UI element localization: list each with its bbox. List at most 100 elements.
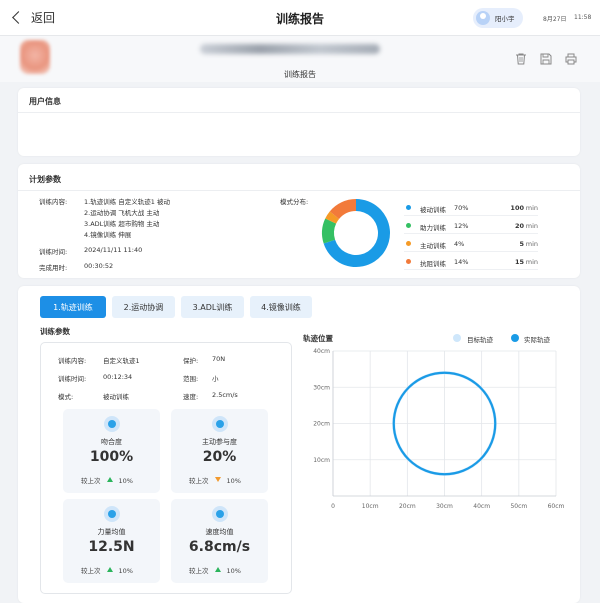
metric-compare: 较上次 10%: [189, 475, 241, 485]
compare-change: 10%: [118, 567, 133, 575]
trajectory-chart: 0 10cm 20cm 30cm 40cm 50cm 60cm 40cm 30cm 20cm 10c…: [313, 348, 565, 510]
training-time-label: 训练时间:: [39, 248, 68, 256]
param-value: 2.5cm/s: [212, 391, 238, 399]
legend-label: 被动训练: [420, 206, 446, 214]
metric-value: 100%: [89, 449, 134, 465]
legend-dot: [406, 259, 411, 264]
legend-label: 主动训练: [420, 242, 446, 250]
legend-row: 助力训练 12% 20 min: [404, 220, 538, 234]
legend-percent: 12%: [454, 222, 469, 230]
pie-icon: [212, 416, 228, 432]
x-tick-label: 20cm: [399, 503, 416, 510]
metric-name: 吻合度: [101, 438, 122, 446]
y-tick-label: 40cm: [313, 348, 330, 355]
report-header: 训练报告: [0, 36, 600, 82]
tab-3[interactable]: 3.ADL训练: [181, 296, 244, 318]
metric-card: 主动参与度 20% 较上次 10%: [171, 409, 268, 493]
legend-value: 100: [510, 204, 524, 212]
user-info-card: 用户信息 姓名:阳小宇性别:男年龄:30周岁患侧:右侧ID:2024100001…: [18, 88, 580, 235]
compare-change: 10%: [226, 477, 241, 485]
param-label: 保护:: [183, 357, 199, 365]
divider: [18, 112, 580, 113]
legend-value: 20: [514, 222, 524, 230]
legend-target-marker: [453, 334, 461, 342]
arrow-down-icon: [214, 477, 221, 482]
legend-dot: [406, 223, 411, 228]
metric-value: 20%: [202, 449, 237, 465]
report-title: 训练报告: [284, 70, 316, 79]
tab-2[interactable]: 2.运动协调: [112, 296, 175, 318]
content-label: 训练内容:: [39, 198, 68, 206]
top-bar: 返回 训练报告 阳小宇 8月27日 11:58: [0, 0, 600, 36]
divider: [18, 190, 580, 191]
target-icon: [104, 416, 120, 432]
avatar: [476, 11, 490, 25]
legend-unit: min: [525, 258, 538, 266]
param-value: 小: [212, 375, 219, 383]
legend-dot: [406, 241, 411, 246]
time-display: 11:58: [574, 14, 592, 21]
x-tick-label: 60cm: [548, 503, 565, 510]
legend-percent: 4%: [454, 240, 465, 248]
metric-card: 速度均值 6.8cm/s 较上次 10%: [171, 499, 268, 583]
delete-icon[interactable]: [514, 52, 528, 66]
metric-compare: 较上次 10%: [81, 565, 133, 575]
compare-change: 10%: [118, 477, 133, 485]
param-label: 速度:: [183, 393, 199, 401]
compare-label: 较上次: [189, 477, 209, 485]
tab-4[interactable]: 4.镜像训练: [250, 296, 312, 318]
param-value: 被动训练: [103, 393, 129, 401]
metric-value: 6.8cm/s: [188, 539, 251, 555]
arrow-up-icon: [106, 477, 113, 482]
training-params-title: 训练参数: [40, 327, 70, 336]
y-tick-label: 20cm: [313, 421, 330, 428]
legend-unit: min: [525, 204, 538, 212]
print-icon[interactable]: [564, 52, 578, 66]
duration-value: 00:30:52: [84, 262, 114, 270]
content-line-3: 3.ADL训练 超市购物 主动: [84, 220, 160, 228]
param-label: 范围:: [183, 375, 199, 383]
user-pill[interactable]: 阳小宇: [473, 8, 523, 28]
legend-value: 5: [519, 240, 524, 248]
arrow-up-icon: [214, 567, 221, 572]
mode-donut-chart: [322, 199, 390, 267]
mode-distribution-label: 模式分布:: [280, 198, 309, 206]
x-tick-label: 0: [331, 503, 335, 510]
training-time-value: 2024/11/11 11:40: [84, 246, 143, 254]
plan-params-title: 计划参数: [29, 175, 61, 184]
x-tick-label: 10cm: [362, 503, 379, 510]
param-label: 模式:: [58, 393, 74, 401]
content-line-1: 1.轨迹训练 自定义轨迹1 被动: [84, 198, 170, 206]
metric-card: 吻合度 100% 较上次 10%: [63, 409, 160, 493]
legend-actual-marker: [511, 334, 519, 342]
speedometer-icon: [212, 506, 228, 522]
compare-change: 10%: [226, 567, 241, 575]
param-label: 训练时间:: [58, 375, 87, 383]
legend-unit: min: [525, 222, 538, 230]
content-line-4: 4.镜像训练 伸展: [84, 231, 132, 239]
legend-percent: 14%: [454, 258, 469, 266]
compare-label: 较上次: [81, 477, 101, 485]
metric-compare: 较上次 10%: [81, 475, 133, 485]
duration-label: 完成用时:: [39, 264, 68, 272]
legend-row: 抗阻训练 14% 15 min: [404, 256, 538, 270]
metric-name: 主动参与度: [202, 438, 237, 446]
x-tick-label: 40cm: [473, 503, 490, 510]
legend-unit: min: [525, 240, 538, 248]
compare-label: 较上次: [81, 567, 101, 575]
tab-1[interactable]: 1.轨迹训练: [40, 296, 106, 318]
metric-name: 力量均值: [97, 528, 126, 536]
legend-percent: 70%: [454, 204, 469, 212]
save-icon[interactable]: [539, 52, 553, 66]
y-tick-label: 30cm: [313, 384, 330, 391]
metric-compare: 较上次 10%: [189, 565, 241, 575]
param-value: 00:12:34: [103, 373, 133, 381]
compare-label: 较上次: [189, 567, 209, 575]
content-line-2: 2.运动协调 飞机大战 主动: [84, 209, 160, 217]
legend-label: 助力训练: [420, 224, 446, 232]
arrow-up-icon: [106, 567, 113, 572]
x-tick-label: 50cm: [510, 503, 527, 510]
metric-value: 12.5N: [88, 539, 135, 555]
x-tick-label: 30cm: [436, 503, 453, 510]
param-value: 自定义轨迹1: [103, 357, 140, 365]
